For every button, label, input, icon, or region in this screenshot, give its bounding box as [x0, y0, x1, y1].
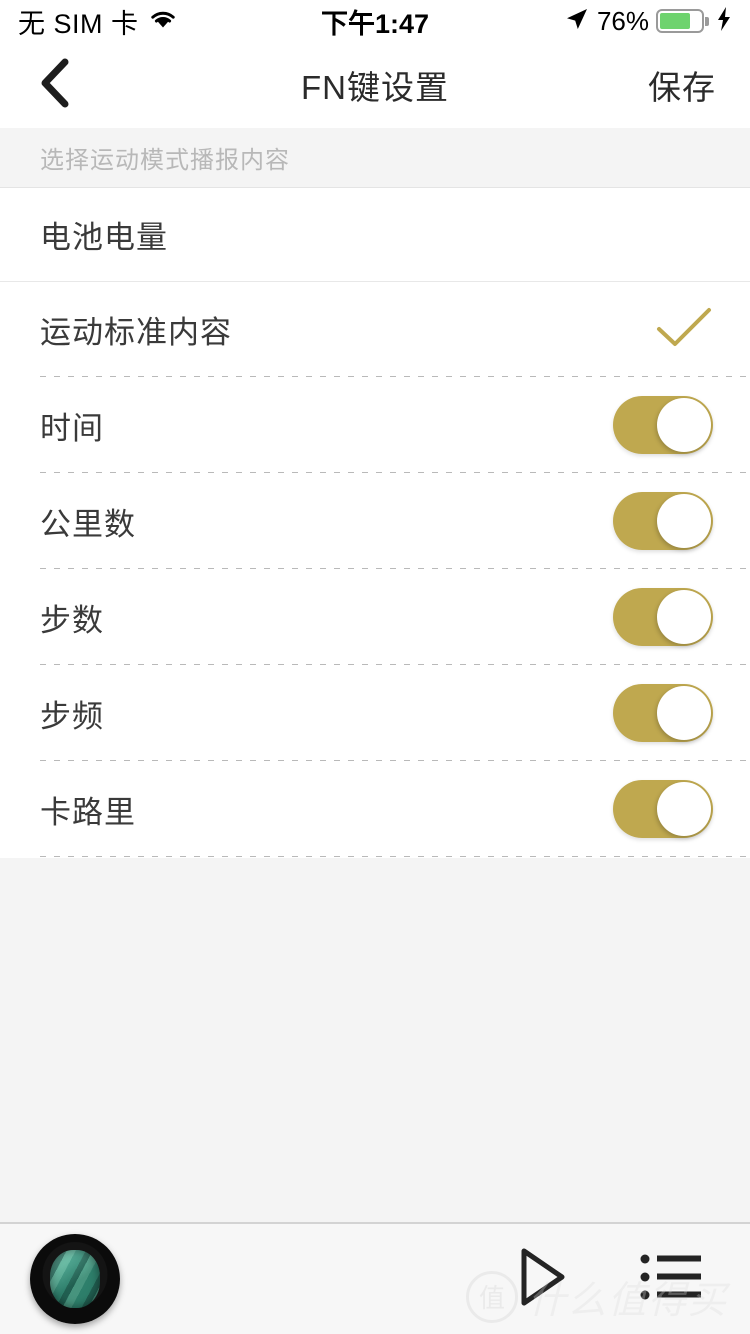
toggle-distance[interactable]	[613, 492, 713, 550]
toggle-steps[interactable]	[613, 588, 713, 646]
wifi-icon	[148, 7, 178, 36]
player-controls	[516, 1247, 720, 1312]
row-label-battery: 电池电量	[40, 220, 168, 255]
list-item[interactable]: 电池电量	[0, 188, 750, 282]
section-header: 选择运动模式播报内容	[0, 128, 750, 188]
lightning-bolt-icon	[716, 6, 732, 37]
list-item[interactable]: 步频	[0, 666, 750, 760]
mini-player-bar: 值 什么值得买	[0, 1222, 750, 1334]
row-control[interactable]	[613, 684, 713, 742]
row-control[interactable]	[613, 396, 713, 454]
row-control[interactable]	[613, 588, 713, 646]
list-item[interactable]: 卡路里	[0, 762, 750, 856]
row-control[interactable]	[613, 492, 713, 550]
playlist-icon[interactable]	[640, 1251, 702, 1308]
row-label-calories: 卡路里	[40, 794, 136, 830]
section-header-label: 选择运动模式播报内容	[40, 147, 290, 174]
album-art[interactable]	[30, 1234, 120, 1324]
row-label-cadence: 步频	[40, 698, 104, 734]
watermark-logo: 值	[465, 1270, 518, 1323]
row-label-steps: 步数	[40, 602, 104, 638]
play-icon[interactable]	[516, 1247, 568, 1312]
list-item[interactable]: 时间	[0, 378, 750, 472]
checkmark-icon[interactable]	[655, 305, 713, 354]
toggle-calories[interactable]	[613, 780, 713, 838]
empty-area	[0, 858, 750, 1222]
row-label-distance: 公里数	[40, 506, 136, 542]
location-arrow-icon	[564, 6, 590, 37]
row-label-standard-content: 运动标准内容	[40, 314, 232, 350]
app-screen: 无 SIM 卡 下午1:47 76% FN键设置 保存 选择运动模式播报内容 电…	[0, 0, 750, 1334]
chevron-left-icon	[39, 58, 71, 113]
list-item[interactable]: 运动标准内容	[0, 282, 750, 376]
back-button[interactable]	[0, 42, 110, 128]
row-control[interactable]	[613, 780, 713, 838]
settings-list: 电池电量 运动标准内容 时间 公里数 步数 步频 卡路里	[0, 188, 750, 858]
list-item[interactable]: 步数	[0, 570, 750, 664]
list-item[interactable]: 公里数	[0, 474, 750, 568]
status-bar-left: 无 SIM 卡	[18, 2, 178, 41]
row-control[interactable]	[655, 305, 713, 354]
navigation-bar: FN键设置 保存	[0, 42, 750, 128]
toggle-time[interactable]	[613, 396, 713, 454]
carrier-label: 无 SIM 卡	[18, 8, 139, 39]
battery-percent-label: 76%	[596, 5, 649, 36]
battery-icon	[656, 9, 709, 33]
page-title: FN键设置	[301, 69, 449, 106]
status-bar: 无 SIM 卡 下午1:47 76%	[0, 0, 750, 42]
status-bar-right: 76%	[564, 6, 732, 37]
save-button[interactable]: 保存	[648, 61, 716, 109]
row-label-time: 时间	[40, 410, 104, 446]
toggle-cadence[interactable]	[613, 684, 713, 742]
